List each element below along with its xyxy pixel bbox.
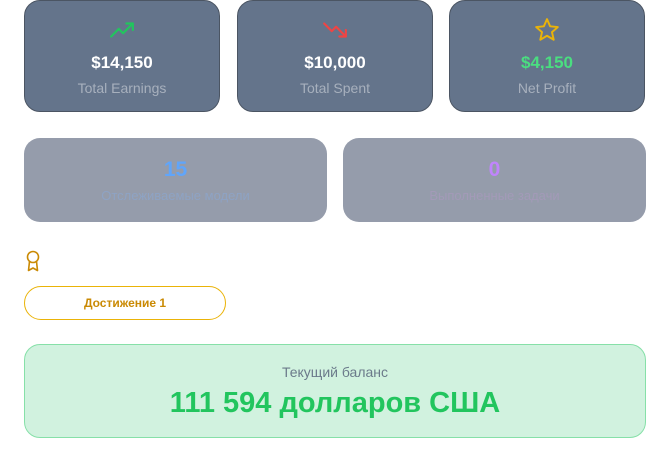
net-profit-label: Net Profit bbox=[517, 80, 577, 96]
trending-down-icon bbox=[323, 22, 347, 38]
current-balance-card: Текущий баланс 111 594 долларов США bbox=[24, 344, 646, 438]
stat-card-total-spent: $10,000 Total Spent bbox=[237, 0, 433, 112]
total-earnings-value: $14,150 bbox=[91, 53, 153, 72]
award-icon bbox=[26, 250, 40, 272]
completed-tasks-label: Выполненные задачи bbox=[429, 188, 560, 203]
completed-tasks-value: 0 bbox=[488, 158, 501, 181]
star-icon bbox=[535, 18, 559, 41]
tracked-models-card: 15 Отслеживаемые модели bbox=[24, 138, 327, 222]
trending-up-icon bbox=[110, 22, 134, 38]
completed-tasks-card: 0 Выполненные задачи bbox=[343, 138, 646, 222]
total-earnings-label: Total Earnings bbox=[77, 80, 167, 96]
stat-card-net-profit: $4,150 Net Profit bbox=[449, 0, 645, 112]
tracked-models-label: Отслеживаемые модели bbox=[101, 188, 250, 203]
total-spent-label: Total Spent bbox=[299, 80, 371, 96]
total-spent-value: $10,000 bbox=[304, 53, 366, 72]
achievement-1-button[interactable]: Достижение 1 bbox=[24, 286, 226, 320]
net-profit-value: $4,150 bbox=[521, 53, 573, 72]
stat-card-total-earnings: $14,150 Total Earnings bbox=[24, 0, 220, 112]
current-balance-label: Текущий баланс bbox=[281, 364, 389, 380]
tracked-models-value: 15 bbox=[163, 158, 188, 181]
current-balance-value: 111 594 долларов США bbox=[169, 387, 501, 419]
